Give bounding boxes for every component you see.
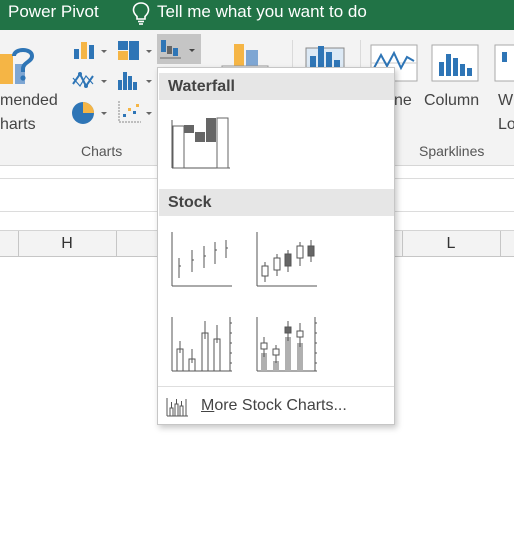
more-stock-charts-label: More Stock Charts... [201,397,347,414]
sparkline-winloss-label: W Lo [498,92,514,133]
waterfall-stock-dropdown: Waterfall Stock More Stock Charts... [157,67,395,425]
open-high-low-close-chart-option[interactable] [253,228,319,295]
column-chart-icon[interactable] [70,38,110,69]
column-divider [116,231,117,257]
column-divider [500,231,501,257]
pie-chart-icon[interactable] [70,98,110,133]
stock-chart-icon [165,396,189,423]
sparkline-line-label: ne [394,92,412,109]
volume-high-low-close-chart-option[interactable] [168,313,234,380]
sparkline-winloss-icon[interactable] [494,44,514,87]
scatter-chart-icon[interactable] [115,98,155,133]
line-chart-icon[interactable] [70,68,110,99]
stock-section-header: Stock [159,189,394,216]
sparkline-column-icon[interactable] [431,44,479,87]
column-header-l[interactable]: L [402,231,500,257]
high-low-close-chart-option[interactable] [168,228,234,295]
recommended-charts-icon[interactable] [0,42,36,95]
sparkline-column-label: Column [424,92,480,109]
waterfall-stock-button[interactable] [157,34,201,69]
power-pivot-tab[interactable]: Power Pivot [8,2,99,22]
hierarchy-chart-icon[interactable] [115,38,155,69]
lightbulb-icon [130,0,152,31]
sparklines-group-label: Sparklines [419,143,485,159]
title-bar: Power Pivot Tell me what you want to do [0,0,514,30]
statistic-chart-icon[interactable] [115,68,155,99]
waterfall-chart-option[interactable] [168,110,232,175]
more-stock-charts-link[interactable]: More Stock Charts... [158,386,394,424]
recommended-charts-label: mended harts [0,92,58,133]
waterfall-section-header: Waterfall [159,73,394,100]
charts-group-label: Charts [81,143,123,159]
column-header-h[interactable]: H [18,231,116,257]
tell-me-search[interactable]: Tell me what you want to do [157,2,367,22]
volume-open-high-low-close-chart-option[interactable] [253,313,319,380]
